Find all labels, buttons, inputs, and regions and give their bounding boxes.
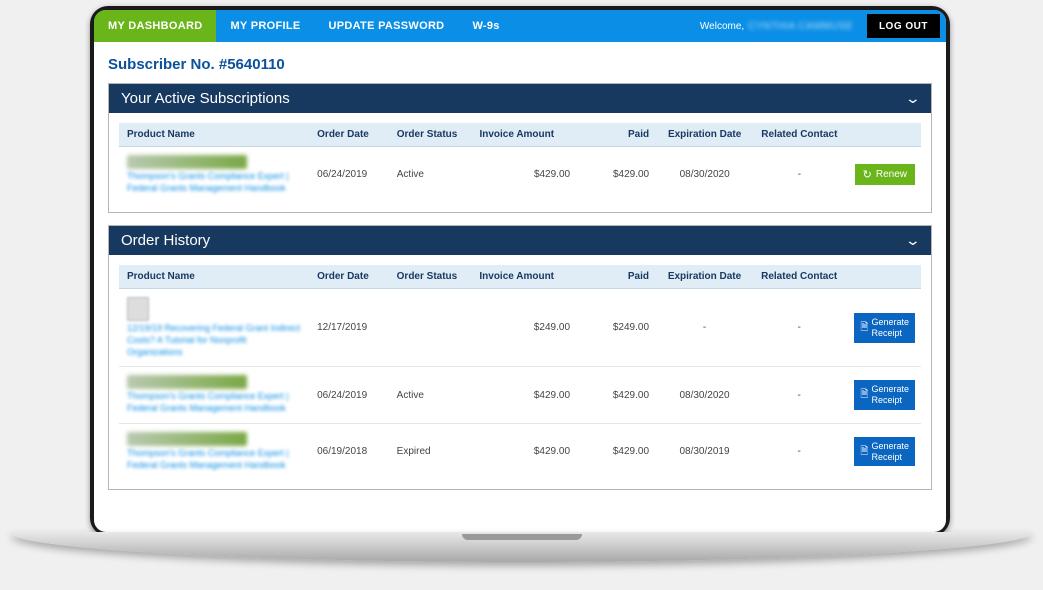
generate-receipt-button[interactable]: 🗎GenerateReceipt	[854, 313, 915, 343]
nav-update-password[interactable]: UPDATE PASSWORD	[315, 10, 459, 42]
active-subscriptions-panel: Your Active Subscriptions ⌄ Product Name…	[108, 83, 932, 213]
cell-related-contact: -	[752, 423, 846, 479]
cell-order-date: 12/17/2019	[309, 289, 389, 367]
order-history-header[interactable]: Order History ⌄	[109, 226, 931, 255]
cell-order-status: Expired	[389, 423, 468, 479]
cell-action: 🗎GenerateReceipt	[846, 289, 921, 367]
cell-product: Thompson's Grants Compliance Expert | Fe…	[119, 367, 309, 423]
cell-invoice-amount: $429.00	[468, 367, 578, 423]
col-order-date: Order Date	[309, 265, 389, 289]
button-label: GenerateReceipt	[871, 441, 909, 463]
logout-button[interactable]: LOG OUT	[867, 14, 940, 38]
col-paid: Paid	[578, 265, 657, 289]
cell-order-date: 06/24/2019	[309, 367, 389, 423]
col-expiration-date: Expiration Date	[657, 123, 752, 147]
col-invoice-amount: Invoice Amount	[468, 123, 579, 147]
receipt-icon: 🗎	[860, 389, 868, 401]
button-label: GenerateReceipt	[871, 317, 909, 339]
cell-related-contact: -	[752, 147, 846, 203]
cell-paid: $249.00	[578, 289, 657, 367]
cell-expiration-date: 08/30/2020	[657, 147, 752, 203]
subscriber-number: Subscriber No. #5640110	[108, 50, 932, 83]
cell-expiration-date: -	[657, 289, 752, 367]
cell-action: 🗎GenerateReceipt	[846, 423, 921, 479]
col-order-status: Order Status	[389, 265, 468, 289]
cell-order-status	[389, 289, 468, 367]
order-history-table: Product Name Order Date Order Status Inv…	[119, 265, 921, 479]
panel-title: Order History	[121, 232, 210, 249]
cell-action: Renew	[847, 147, 921, 203]
receipt-icon: 🗎	[860, 446, 868, 458]
cell-invoice-amount: $429.00	[468, 423, 578, 479]
welcome-username: CYNTHIA CAMMUSE	[748, 21, 853, 32]
table-row: Thompson's Grants Compliance Expert | Fe…	[119, 147, 921, 203]
product-logo	[127, 155, 247, 169]
cell-related-contact: -	[752, 367, 846, 423]
cell-paid: $429.00	[578, 423, 657, 479]
product-link[interactable]: 12/19/19 Recovering Federal Grant Indire…	[127, 323, 301, 358]
button-label: GenerateReceipt	[871, 384, 909, 406]
cell-related-contact: -	[752, 289, 846, 367]
nav-w-9s[interactable]: W-9s	[458, 10, 513, 42]
receipt-icon: 🗎	[860, 322, 868, 334]
product-link[interactable]: Thompson's Grants Compliance Expert | Fe…	[127, 448, 301, 471]
col-order-date: Order Date	[309, 123, 389, 147]
col-order-status: Order Status	[389, 123, 468, 147]
welcome-text: Welcome, CYNTHIA CAMMUSE	[700, 10, 861, 42]
laptop-base	[10, 532, 1033, 562]
cell-action: 🗎GenerateReceipt	[846, 367, 921, 423]
cell-invoice-amount: $429.00	[468, 147, 579, 203]
col-paid: Paid	[578, 123, 657, 147]
nav-my-dashboard[interactable]: MY DASHBOARD	[94, 10, 216, 42]
cell-invoice-amount: $249.00	[468, 289, 578, 367]
cell-product: 12/19/19 Recovering Federal Grant Indire…	[119, 289, 309, 367]
cell-order-date: 06/19/2018	[309, 423, 389, 479]
cell-product: Thompson's Grants Compliance Expert | Fe…	[119, 147, 309, 203]
cell-expiration-date: 08/30/2019	[657, 423, 752, 479]
col-related-contact: Related Contact	[752, 265, 846, 289]
col-related-contact: Related Contact	[752, 123, 846, 147]
active-subscriptions-header[interactable]: Your Active Subscriptions ⌄	[109, 84, 931, 113]
table-row: 12/19/19 Recovering Federal Grant Indire…	[119, 289, 921, 367]
col-product: Product Name	[119, 123, 309, 147]
cell-paid: $429.00	[578, 367, 657, 423]
cell-paid: $429.00	[578, 147, 657, 203]
cell-product: Thompson's Grants Compliance Expert | Fe…	[119, 423, 309, 479]
col-invoice-amount: Invoice Amount	[468, 265, 578, 289]
nav-my-profile[interactable]: MY PROFILE	[216, 10, 314, 42]
generate-receipt-button[interactable]: 🗎GenerateReceipt	[854, 380, 915, 410]
table-row: Thompson's Grants Compliance Expert | Fe…	[119, 367, 921, 423]
cell-order-status: Active	[389, 367, 468, 423]
generate-receipt-button[interactable]: 🗎GenerateReceipt	[854, 437, 915, 467]
cell-expiration-date: 08/30/2020	[657, 367, 752, 423]
cell-order-status: Active	[389, 147, 468, 203]
active-subscriptions-table: Product Name Order Date Order Status Inv…	[119, 123, 921, 202]
chevron-down-icon: ⌄	[905, 90, 921, 107]
chevron-down-icon: ⌄	[905, 232, 921, 249]
renew-button[interactable]: Renew	[855, 164, 915, 185]
cell-order-date: 06/24/2019	[309, 147, 389, 203]
product-link[interactable]: Thompson's Grants Compliance Expert | Fe…	[127, 391, 301, 414]
product-link[interactable]: Thompson's Grants Compliance Expert | Fe…	[127, 171, 301, 194]
table-row: Thompson's Grants Compliance Expert | Fe…	[119, 423, 921, 479]
panel-title: Your Active Subscriptions	[121, 90, 290, 107]
top-nav: MY DASHBOARDMY PROFILEUPDATE PASSWORDW-9…	[94, 10, 946, 42]
col-expiration-date: Expiration Date	[657, 265, 752, 289]
product-thumbnail	[127, 297, 149, 321]
col-product: Product Name	[119, 265, 309, 289]
product-logo	[127, 375, 247, 389]
product-logo	[127, 432, 247, 446]
order-history-panel: Order History ⌄ Product Name Order Date …	[108, 225, 932, 490]
